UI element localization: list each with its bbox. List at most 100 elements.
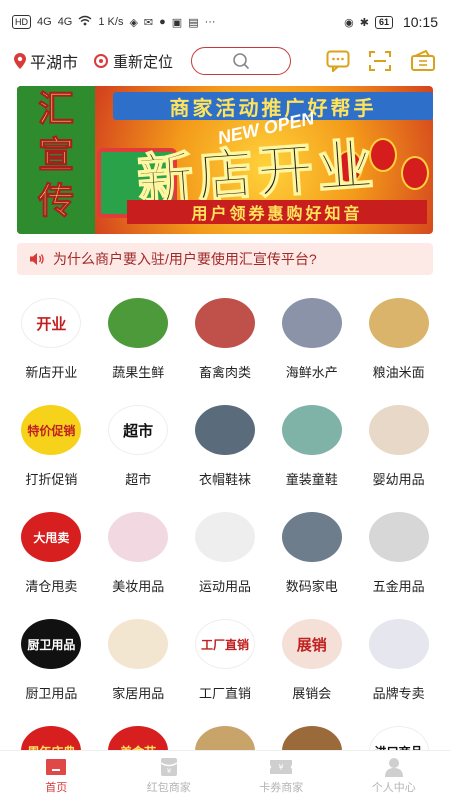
clock: 10:15: [402, 14, 438, 30]
coupon-icon: ¥: [270, 759, 293, 774]
category-label: 童装童鞋: [285, 472, 338, 487]
lantern-graphic: [401, 156, 429, 190]
category-item[interactable]: 开业 新店开业: [8, 290, 95, 397]
network-speed: 1 K/s: [98, 16, 124, 28]
category-item[interactable]: 超市 超市: [95, 397, 182, 504]
search-input[interactable]: [191, 47, 292, 75]
category-thumb: 进口商品: [368, 726, 429, 750]
category-row: 厨卫用品 厨卫用品 家居用品 工厂直销 工厂直销 展销 展销会 品牌专卖: [0, 611, 450, 718]
category-thumb: [108, 512, 169, 562]
category-label: 打折促销: [25, 472, 78, 487]
image-notify-icon: ▤: [188, 16, 199, 29]
bottom-nav: 首页 ¥ 红包商家 ¥ 卡券商家 个人中心: [0, 750, 450, 800]
category-thumb: [281, 726, 342, 750]
category-thumb: 厨卫用品: [21, 619, 82, 669]
banner-subline: 用户领券惠购好知音: [127, 200, 427, 224]
red-packet-icon: ¥: [160, 757, 178, 776]
scan-icon[interactable]: [368, 50, 392, 72]
category-item[interactable]: [268, 718, 355, 750]
category-item[interactable]: 进口商品: [355, 718, 442, 750]
promo-banner[interactable]: 汇 宣 传 商家活动推广好帮手 NEW OPEN 新店开业 用户领券惠购好知音: [17, 86, 433, 234]
category-item[interactable]: 蔬果生鲜: [95, 290, 182, 397]
home-icon: [46, 758, 67, 775]
category-thumb: [368, 512, 429, 562]
category-thumb: 特价促销: [21, 405, 82, 455]
message-icon[interactable]: [326, 50, 350, 72]
category-thumb: [368, 619, 429, 669]
city-name: 平湖市: [30, 55, 79, 72]
category-thumb: 开业: [21, 298, 82, 348]
category-item[interactable]: 美妆用品: [95, 504, 182, 611]
wallet-icon[interactable]: [410, 50, 436, 72]
chat-notify-icon: ▣: [171, 16, 183, 29]
category-thumb: [194, 512, 255, 562]
category-item[interactable]: 童装童鞋: [268, 397, 355, 504]
category-item[interactable]: 家居用品: [95, 611, 182, 718]
category-label: 粮油米面: [372, 365, 425, 380]
nav-profile-label: 个人中心: [371, 781, 416, 794]
category-item[interactable]: 品牌专卖: [355, 611, 442, 718]
app-notify-icon: ◈: [129, 16, 138, 29]
category-item[interactable]: 婴幼用品: [355, 397, 442, 504]
category-item[interactable]: 工厂直销 工厂直销: [182, 611, 269, 718]
hd-badge: HD: [12, 15, 31, 29]
category-row: 特价促销打折促销 超市 超市 衣帽鞋袜 童装童鞋 婴幼用品: [0, 397, 450, 504]
nav-profile[interactable]: 个人中心: [338, 751, 450, 800]
category-thumb: [108, 298, 169, 348]
category-item[interactable]: 周年庆典: [8, 718, 95, 750]
location-pin-icon: [14, 53, 26, 69]
speaker-icon: [30, 253, 44, 265]
category-thumb-text: 大甩卖: [33, 530, 70, 545]
cloud-notify-icon: ●: [159, 16, 166, 28]
more-notify-icon: ···: [204, 16, 216, 28]
target-icon: [94, 54, 109, 68]
category-item[interactable]: 展销 展销会: [268, 611, 355, 718]
category-label: 厨卫用品: [25, 686, 78, 701]
category-item[interactable]: 运动用品: [182, 504, 269, 611]
status-left: HD 4G 4G 1 K/s ◈ ✉ ● ▣ ▤ ···: [12, 15, 216, 29]
signal-icon-2: 4G: [57, 16, 73, 28]
category-thumb: [281, 298, 342, 348]
category-item[interactable]: 厨卫用品 厨卫用品: [8, 611, 95, 718]
category-thumb: 美食节: [108, 726, 169, 751]
banner-brand-char-3: 传: [37, 180, 74, 222]
category-thumb: 展销: [281, 619, 342, 669]
category-item[interactable]: 数码家电: [268, 504, 355, 611]
city-selector[interactable]: 平湖市: [14, 49, 78, 73]
category-thumb-text: 周年庆典: [27, 743, 75, 751]
category-thumb-text: 美食节: [120, 743, 156, 751]
notice-bar[interactable]: 为什么商户要入驻/用户要使用汇宣传平台?: [17, 243, 433, 275]
category-thumb: [194, 405, 255, 455]
category-label: 家居用品: [112, 686, 165, 701]
top-header: 平湖市 重新定位: [0, 44, 450, 78]
category-label: 衣帽鞋袜: [198, 472, 251, 487]
relocate-button[interactable]: 重新定位: [94, 51, 173, 72]
category-item[interactable]: 大甩卖 清仓甩卖: [8, 504, 95, 611]
category-item[interactable]: 衣帽鞋袜: [182, 397, 269, 504]
category-item[interactable]: 特价促销 打折促销: [8, 397, 95, 504]
category-thumb-text: 特价促销: [27, 423, 76, 438]
category-label: 展销会: [292, 686, 332, 701]
category-item[interactable]: 五金用品: [355, 504, 442, 611]
category-item[interactable]: [182, 718, 269, 750]
status-right: ◉ ✱ 61 10:15: [344, 14, 438, 30]
category-row: 周年庆典 美食节 进口商品: [0, 718, 450, 750]
category-thumb: [368, 298, 429, 348]
category-item[interactable]: 粮油米面: [355, 290, 442, 397]
nav-coupon[interactable]: ¥ 卡券商家: [225, 751, 338, 800]
nav-coupon-label: 卡券商家: [259, 781, 304, 794]
category-label: 婴幼用品: [372, 472, 425, 487]
category-label: 新店开业: [25, 365, 78, 380]
category-item[interactable]: 美食节: [95, 718, 182, 750]
category-item[interactable]: 海鲜水产: [268, 290, 355, 397]
banner-brand-char-2: 宣: [37, 134, 74, 176]
category-thumb: [281, 512, 342, 562]
user-icon: [384, 757, 403, 777]
nav-red-packet[interactable]: ¥ 红包商家: [113, 751, 226, 800]
category-label: 品牌专卖: [372, 686, 425, 701]
category-thumb: 超市: [108, 405, 169, 455]
nav-red-packet-label: 红包商家: [146, 781, 191, 794]
category-thumb-text: 超市: [123, 422, 154, 440]
category-item[interactable]: 畜禽肉类: [182, 290, 269, 397]
nav-home[interactable]: 首页: [0, 751, 113, 800]
